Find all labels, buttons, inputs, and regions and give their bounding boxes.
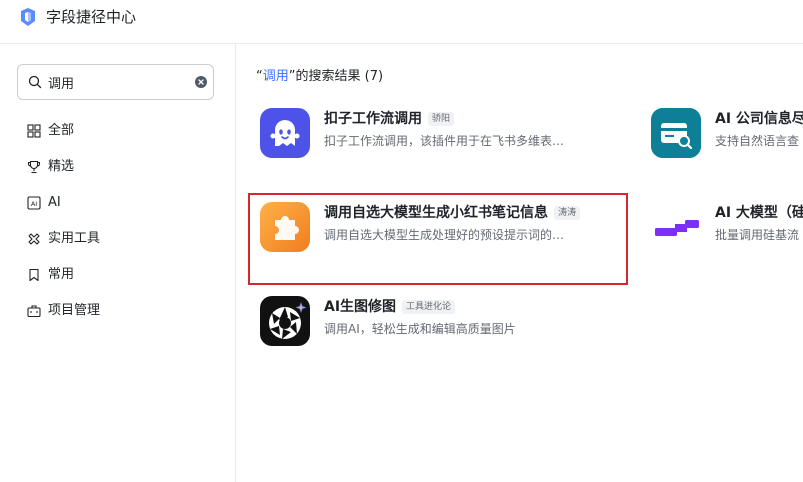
- highlight-box: [248, 193, 628, 285]
- results-suffix: ”的搜索结果 (7): [288, 69, 384, 84]
- sidebar-item-common[interactable]: 常用: [20, 260, 216, 290]
- trophy-icon: [27, 160, 41, 174]
- sidebar-item-label: 项目管理: [48, 303, 101, 318]
- siliconflow-icon: [651, 202, 701, 252]
- card-title: AI 大模型（硅: [715, 205, 803, 221]
- tools-icon: [28, 233, 40, 245]
- search-icon: [28, 75, 42, 89]
- plugin-card-ai-company-info[interactable]: AI 公司信息尽 支持自然语言查: [639, 94, 803, 174]
- briefcase-icon: [27, 305, 41, 318]
- top-bar: 字段捷径中心: [0, 0, 803, 44]
- grid-icon: [27, 124, 41, 138]
- search-results-title: “调用”的搜索结果 (7): [256, 68, 383, 86]
- sidebar-item-all[interactable]: 全部: [20, 116, 216, 146]
- search-input[interactable]: [48, 71, 188, 93]
- sidebar-item-label: 全部: [48, 123, 75, 138]
- card-description: 支持自然语言查: [715, 134, 800, 148]
- ai-icon: AI: [27, 196, 41, 210]
- sidebar-item-tools[interactable]: 实用工具: [20, 224, 216, 254]
- card-description: 调用AI，轻松生成和编辑高质量图片: [324, 322, 516, 336]
- results-query: 调用: [262, 69, 289, 84]
- card-title: AI 公司信息尽: [715, 111, 803, 127]
- app-logo-icon: [21, 8, 35, 26]
- author-badge: 骄阳: [428, 112, 455, 126]
- card-title: AI生图修图: [324, 299, 397, 315]
- sidebar-item-featured[interactable]: 精选: [20, 152, 216, 182]
- sidebar-item-ai[interactable]: AI AI: [20, 188, 216, 218]
- sidebar-item-label: 精选: [48, 159, 75, 174]
- plugin-card-coze-workflow[interactable]: 扣子工作流调用 骄阳 扣子工作流调用，该插件用于在飞书多维表…: [248, 94, 628, 174]
- sidebar-item-label: AI: [48, 195, 61, 210]
- sidebar: 全部 精选 AI AI 实用工具: [0, 44, 236, 482]
- sidebar-item-project-management[interactable]: 项目管理: [20, 296, 216, 326]
- app-title: 字段捷径中心: [46, 8, 137, 26]
- plugin-card-ai-image[interactable]: AI生图修图 工具进化论 调用AI，轻松生成和编辑高质量图片: [248, 282, 628, 362]
- card-title: 扣子工作流调用: [324, 111, 422, 127]
- sidebar-item-label: 实用工具: [48, 231, 101, 246]
- search-box[interactable]: [17, 64, 214, 100]
- sidebar-item-label: 常用: [48, 267, 75, 282]
- aperture-icon: [260, 296, 310, 346]
- ghost-icon: [260, 108, 310, 158]
- card-description: 扣子工作流调用，该插件用于在飞书多维表…: [324, 134, 565, 148]
- author-badge: 工具进化论: [402, 300, 456, 314]
- card-description: 批量调用硅基流: [715, 228, 800, 242]
- svg-text:AI: AI: [31, 200, 37, 208]
- clear-search-icon[interactable]: [195, 76, 207, 88]
- plugin-card-ai-siliconflow[interactable]: AI 大模型（硅 批量调用硅基流: [639, 188, 803, 268]
- results-prefix: “: [256, 69, 263, 84]
- company-search-icon: [651, 108, 701, 158]
- bookmark-icon: [29, 268, 39, 282]
